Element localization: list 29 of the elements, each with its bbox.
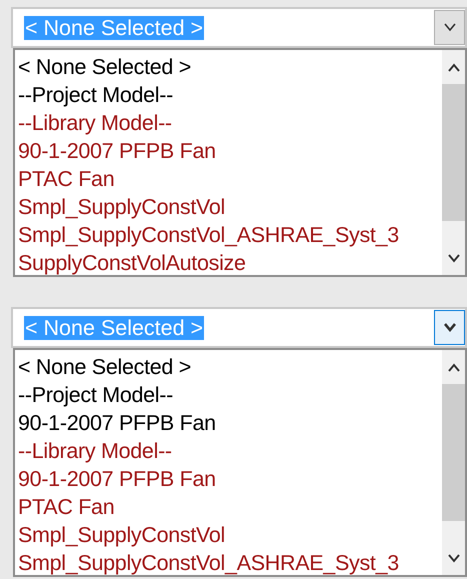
- list-item[interactable]: --Library Model--: [18, 437, 172, 465]
- list-item[interactable]: < None Selected >: [18, 53, 191, 81]
- list-item[interactable]: Smpl_SupplyConstVol_ASHRAE_Syst_3: [18, 549, 399, 577]
- scrollbar[interactable]: [442, 50, 465, 275]
- list-item[interactable]: Smpl_SupplyConstVol: [18, 521, 226, 549]
- list-item[interactable]: Smpl_SupplyConstVol: [18, 193, 226, 221]
- selected-value: < None Selected >: [24, 316, 204, 340]
- chevron-down-icon: [442, 323, 456, 332]
- list-item[interactable]: SupplyConstVolAutosize: [18, 249, 246, 277]
- scroll-up-icon: [446, 362, 460, 372]
- scroll-down-icon: [446, 254, 460, 262]
- list-item[interactable]: 90-1-2007 PFPB Fan: [18, 137, 216, 165]
- chevron-down-icon: [442, 23, 456, 32]
- scroll-up-icon: [446, 62, 460, 72]
- list-item[interactable]: Smpl_SupplyConstVol_ASHRAE_Syst_3: [18, 221, 399, 249]
- selected-value: < None Selected >: [24, 16, 204, 40]
- dropdown-button[interactable]: [434, 310, 465, 345]
- list-item[interactable]: < None Selected >: [18, 353, 191, 381]
- list-item[interactable]: PTAC Fan: [18, 493, 114, 521]
- list-item[interactable]: --Project Model--: [18, 81, 173, 109]
- list-item[interactable]: PTAC Fan: [18, 165, 114, 193]
- scrollbar[interactable]: [442, 350, 465, 575]
- list-item[interactable]: --Project Model--: [18, 381, 173, 409]
- list-item[interactable]: --Library Model--: [18, 109, 172, 137]
- scrollbar-thumb[interactable]: [442, 384, 465, 521]
- list-item[interactable]: 90-1-2007 PFPB Fan: [18, 465, 216, 493]
- scroll-down-icon: [446, 554, 460, 562]
- list-item[interactable]: 90-1-2007 PFPB Fan: [18, 409, 216, 437]
- scrollbar-thumb[interactable]: [442, 84, 465, 221]
